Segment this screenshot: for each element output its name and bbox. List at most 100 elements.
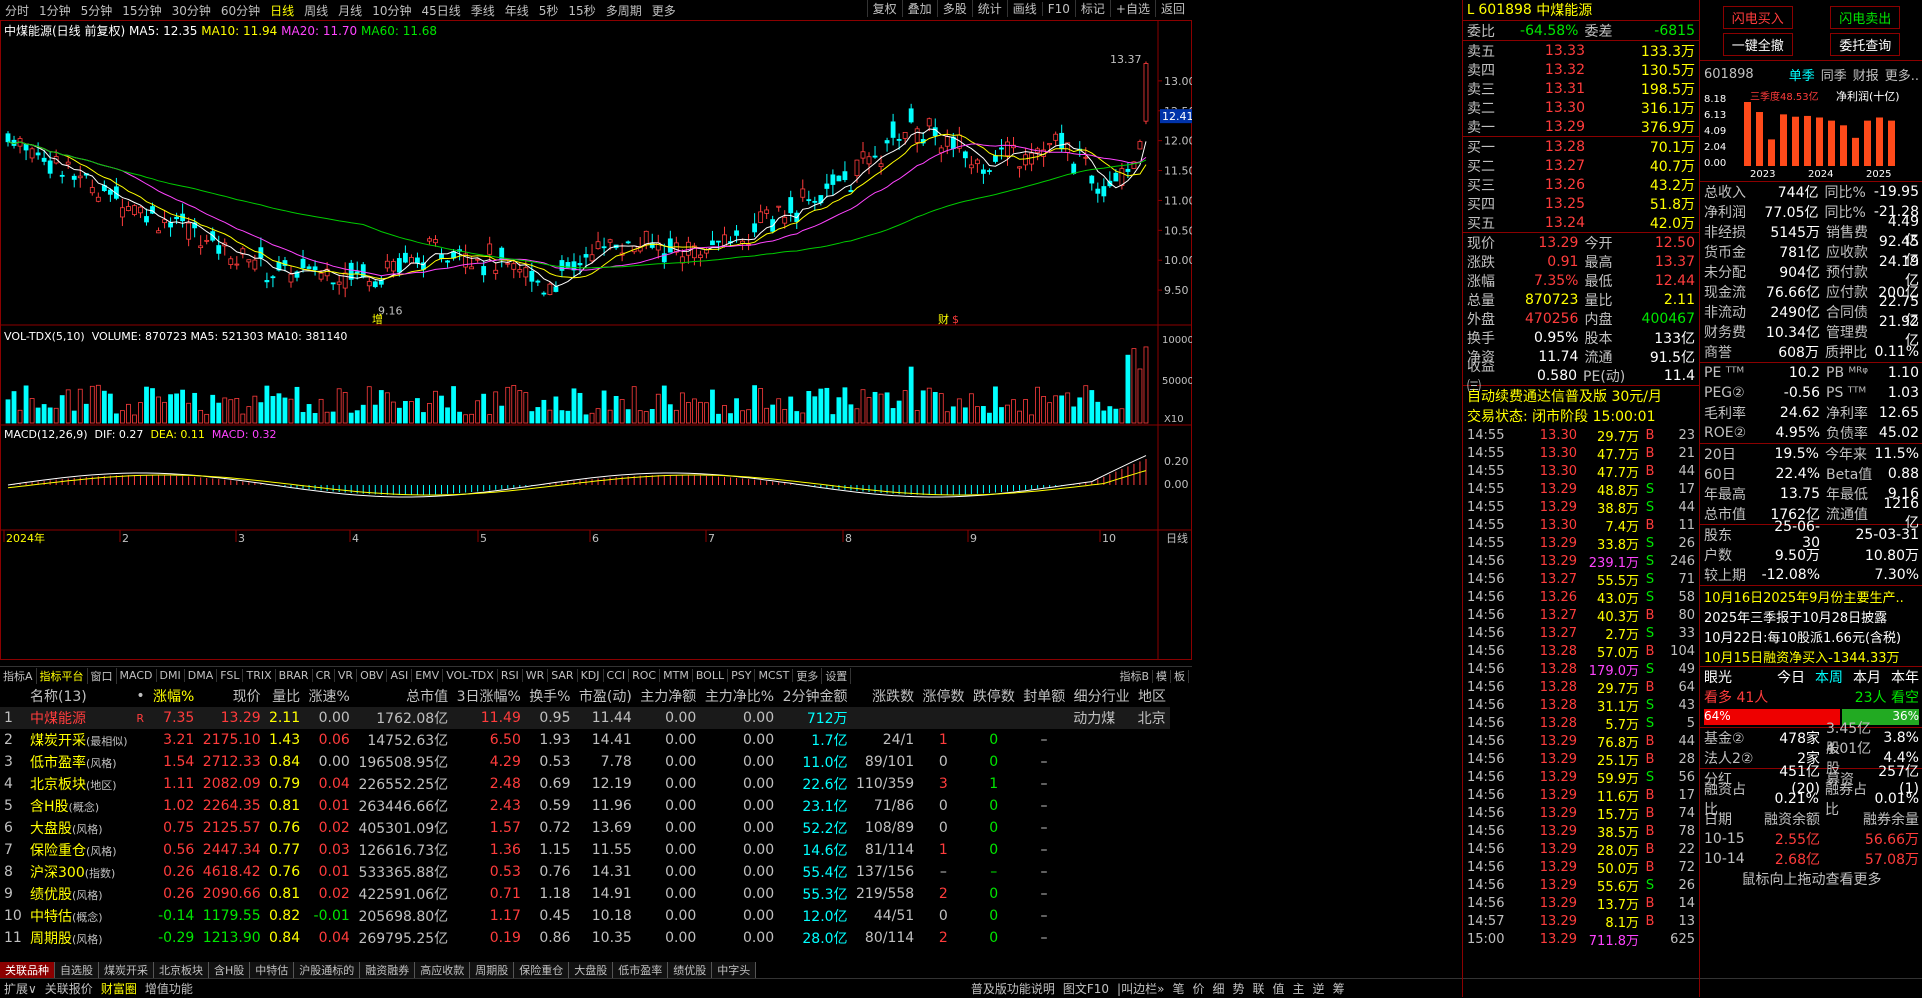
bottom-tab[interactable]: 保险重仓 (514, 961, 570, 978)
indicator-tab[interactable]: WR (523, 669, 549, 682)
table-header-cell[interactable]: 3日涨幅% (452, 684, 525, 707)
table-header-cell[interactable]: 名称(13) (26, 684, 132, 707)
tool-button[interactable]: 画线 (1006, 0, 1042, 17)
status-link[interactable]: 筹 (1329, 982, 1349, 996)
table-row[interactable]: 7 保险重仓(风格) 0.56 2447.34 0.77 0.03 126616.73亿 1.… (0, 839, 1170, 861)
table-header-cell[interactable]: 现价 (198, 684, 264, 707)
table-header-cell[interactable]: 市盈(动) (575, 684, 636, 707)
period-tab[interactable]: 季线 (466, 2, 500, 19)
bottom-tab[interactable]: 大盘股 (569, 961, 614, 978)
fin-tab[interactable]: 同季 (1821, 69, 1847, 84)
status-link[interactable]: 价 (1188, 982, 1208, 996)
table-row[interactable]: 9 绩优股(风格) 0.26 2090.66 0.81 0.02 422591.06亿 0.7… (0, 883, 1170, 905)
indicator-tab[interactable]: DMA (185, 669, 218, 682)
bottom-tab[interactable]: 融资融券 (360, 961, 416, 978)
period-tab[interactable]: 年线 (500, 2, 534, 19)
table-row[interactable]: 1 中煤能源 R 7.35 13.29 2.11 0.00 1762.08亿 11.49 0.95… (0, 707, 1170, 729)
tool-button[interactable]: 统计 (971, 0, 1007, 17)
period-tab[interactable]: 45日线 (416, 2, 465, 19)
chart-area[interactable]: 中煤能源(日线 前复权) MA5: 12.35 MA10: 11.94 MA20… (0, 20, 1192, 660)
indicator-tab[interactable]: CCI (604, 669, 630, 682)
table-header-cell[interactable]: • (132, 684, 148, 707)
status-link[interactable]: 主 (1289, 982, 1309, 996)
table-row[interactable]: 11 周期股(风格) -0.29 1213.90 0.84 0.04 269795.25亿 0… (0, 927, 1170, 949)
period-tab[interactable]: 周线 (299, 2, 333, 19)
flash-sell-button[interactable]: 闪电卖出 (1830, 6, 1901, 29)
bottom-tab[interactable]: 沪股通标的 (294, 961, 361, 978)
table-row[interactable]: 4 北京板块(地区) 1.11 2082.09 0.79 0.04 226552.25亿 2.… (0, 773, 1170, 795)
period-tab[interactable]: 5分钟 (76, 2, 118, 19)
bottom-tab[interactable]: 低市盈率 (613, 961, 669, 978)
indicator-tab[interactable]: VR (335, 669, 358, 682)
bottom-tab[interactable]: 中特估 (250, 961, 295, 978)
news-item[interactable]: 10月22日:每10股派1.66元(含税) (1700, 626, 1922, 646)
status-link[interactable]: 图文F10 (1059, 982, 1113, 996)
indicator-tab[interactable]: VOL-TDX (443, 669, 498, 682)
fin-tab[interactable]: 更多.. (1885, 69, 1919, 84)
status-link[interactable]: 势 (1228, 982, 1248, 996)
period-tab[interactable]: 更多 (647, 2, 681, 19)
table-header-cell[interactable]: 换手% (525, 684, 575, 707)
tool-button[interactable]: 多股 (936, 0, 972, 17)
table-row[interactable]: 6 大盘股(风格) 0.75 2125.57 0.76 0.02 405301.09亿 1.5… (0, 817, 1170, 839)
period-tab[interactable]: 月线 (333, 2, 367, 19)
status-link[interactable]: 关联报价 (41, 980, 97, 997)
table-row[interactable]: 2 煤炭开采(最相似) 3.21 2175.10 1.43 0.06 14752.63亿 6.… (0, 729, 1170, 751)
period-tab[interactable]: 15分钟 (117, 2, 166, 19)
promo-text[interactable]: 自动续费通达信普及版 30元/月 (1463, 385, 1699, 406)
indicator-tab[interactable]: 更多 (793, 667, 823, 684)
table-header-cell[interactable] (0, 684, 26, 707)
order-query-button[interactable]: 委托查询 (1830, 33, 1901, 56)
tool-button[interactable]: 返回 (1154, 0, 1190, 17)
table-header-cell[interactable]: 2分钟金额 (778, 684, 851, 707)
table-row[interactable]: 10 中特估(概念) -0.14 1179.55 0.82 -0.01 205698.80亿… (0, 905, 1170, 927)
flash-buy-button[interactable]: 闪电买入 (1722, 6, 1793, 29)
bottom-tab[interactable]: 北京板块 (154, 961, 209, 978)
table-header-cell[interactable]: 地区 (1134, 684, 1170, 707)
table-header-cell[interactable]: 涨跌数 (852, 684, 919, 707)
yg-tab[interactable]: 本周 (1815, 670, 1843, 686)
indicator-tab[interactable]: 窗口 (88, 667, 117, 684)
tool-button[interactable]: 复权 (866, 0, 902, 17)
fin-tab[interactable]: 单季 (1789, 69, 1815, 84)
period-tab[interactable]: 1分钟 (34, 2, 76, 19)
indicator-tab[interactable]: 指标A (0, 667, 37, 684)
indicator-tab[interactable]: 指标平台 (37, 667, 88, 684)
bottom-tab[interactable]: 周期股 (470, 961, 515, 978)
bottom-tab[interactable]: 煤炭开采 (99, 961, 154, 978)
status-link[interactable]: 普及版功能说明 (967, 982, 1059, 996)
table-header-cell[interactable]: 涨停数 (918, 684, 968, 707)
table-header-cell[interactable]: 涨速% (304, 684, 354, 707)
table-header-cell[interactable]: 主力净额 (636, 684, 700, 707)
indicator-tab[interactable]: ROC (629, 669, 661, 682)
bottom-tab[interactable]: 含H股 (209, 961, 251, 978)
cancel-all-button[interactable]: 一键全撤 (1722, 33, 1793, 56)
indicator-tab[interactable]: FSL (217, 669, 244, 682)
indicator-tab[interactable]: 模 (1153, 669, 1171, 683)
indicator-tab[interactable]: TRIX (243, 669, 276, 682)
indicator-tab[interactable]: 设置 (822, 667, 852, 684)
indicator-tab[interactable]: CR (313, 669, 335, 682)
fin-tab[interactable]: 财报 (1853, 69, 1879, 84)
status-link[interactable]: 财富圈 (97, 980, 141, 997)
period-tab[interactable]: 60分钟 (216, 2, 265, 19)
period-tab[interactable]: 多周期 (601, 2, 647, 19)
table-row[interactable]: 5 含H股(概念) 1.02 2264.35 0.81 0.01 263446.66亿 2.4… (0, 795, 1170, 817)
tool-button[interactable]: F10 (1041, 1, 1075, 16)
status-link[interactable]: 扩展∨ (0, 980, 41, 997)
indicator-tab[interactable]: BOLL (693, 669, 729, 682)
indicator-tab[interactable]: 指标B (1116, 669, 1153, 683)
period-tab[interactable]: 分时 (0, 2, 34, 19)
bottom-tab[interactable]: 绩优股 (668, 961, 713, 978)
table-header-cell[interactable]: 封单额 (1019, 684, 1069, 707)
status-link[interactable]: 细 (1208, 982, 1228, 996)
indicator-tab[interactable]: RSI (498, 669, 523, 682)
status-link[interactable]: 值 (1269, 982, 1289, 996)
table-header-cell[interactable]: 跌停数 (969, 684, 1019, 707)
status-link[interactable]: |叫边栏» (1113, 982, 1168, 996)
status-link[interactable]: 逆 (1309, 982, 1329, 996)
bottom-tab[interactable]: 自选股 (55, 961, 99, 978)
status-link[interactable]: 联 (1249, 982, 1269, 996)
yg-tab[interactable]: 今日 (1777, 670, 1805, 686)
indicator-tab[interactable]: KDJ (578, 669, 604, 682)
